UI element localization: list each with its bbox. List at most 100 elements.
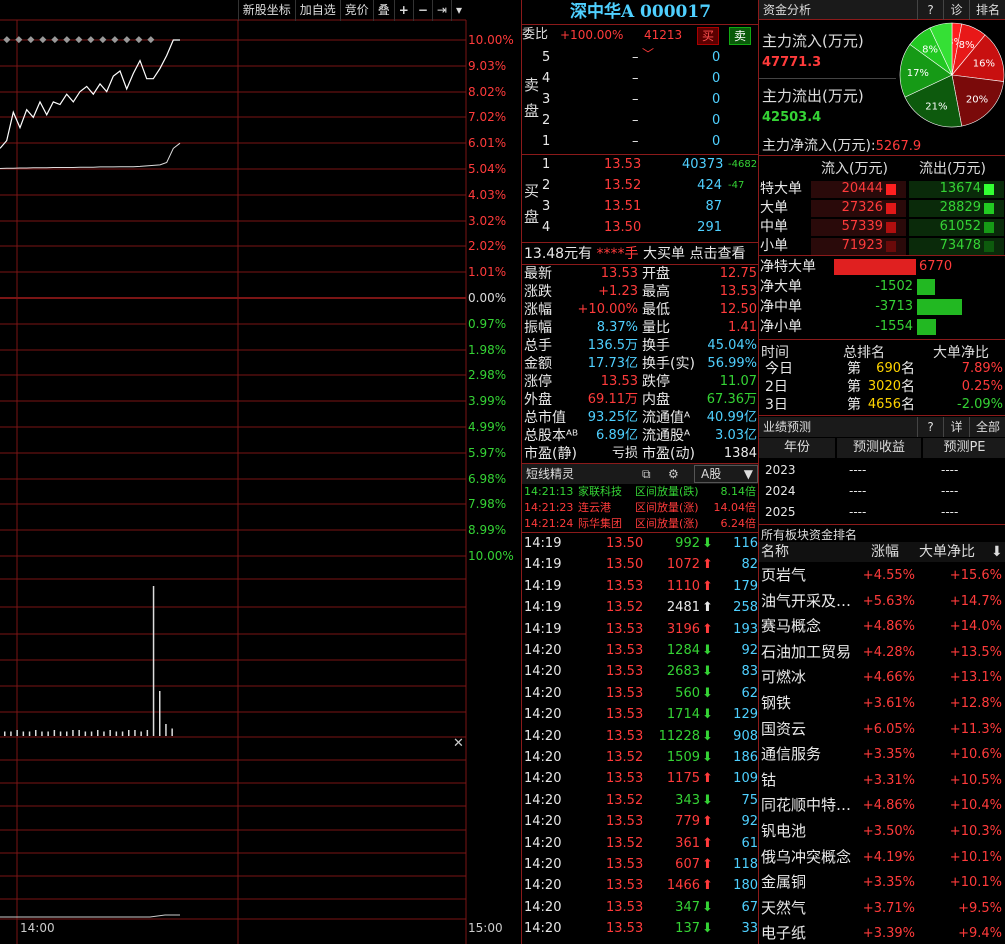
sector-name: 天然气	[761, 898, 807, 917]
sector-row[interactable]: 油气开采及… +5.63% +14.7%	[759, 589, 1005, 615]
tick-volume: 779	[675, 814, 700, 830]
tick-price: 13.53	[606, 728, 644, 744]
buy-level-row[interactable]: 1 13.53 40373 -4682	[522, 156, 759, 174]
auction-button[interactable]: 竞价	[339, 0, 373, 21]
rank-ratio: -2.09%	[957, 397, 1003, 412]
arrow-up-icon: ⬆	[702, 557, 713, 573]
sell-level-row[interactable]: 2 – 0	[522, 112, 759, 130]
big-order-banner[interactable]: 13.48元有 ****手 大买单 点击查看	[524, 245, 745, 263]
sort-desc-icon[interactable]: ⬇	[991, 542, 1003, 562]
quote-value: 56.99%	[707, 356, 757, 371]
sector-row[interactable]: 天然气 +3.71% +9.5%	[759, 896, 1005, 922]
quote-label: 内盘	[642, 392, 670, 408]
pie-slice-label: 21%	[925, 102, 947, 113]
plus-icon[interactable]: +	[393, 0, 413, 21]
shortline-title: 短线精灵	[526, 467, 575, 481]
buy-level-row[interactable]: 2 13.52 424 -47	[522, 177, 759, 195]
arrow-down-icon: ⬇	[702, 707, 713, 723]
quote-label: 涨停	[524, 374, 552, 390]
pct-label-up: 2.02%	[468, 239, 507, 254]
sector-name: 国资云	[761, 719, 807, 738]
forecast-header: 业绩预测 ? 详 全部	[759, 417, 1005, 437]
buy-volume-change: -47	[728, 180, 745, 191]
dropdown-icon[interactable]: ▾	[450, 0, 466, 21]
intraday-chart[interactable]: 新股坐标 加自选 竞价 叠 + − ⇥ ▾ 10.00% 9.03% 8.02% 7.…	[0, 0, 520, 944]
volume-bar	[66, 731, 68, 736]
sector-ratio: +9.4%	[958, 926, 1002, 942]
tick-time: 14:20	[524, 857, 562, 872]
sell-level-row[interactable]: 1 – 0	[522, 133, 759, 151]
sector-row[interactable]: 俄乌冲突概念 +4.19% +10.1%	[759, 845, 1005, 871]
new-stock-coord-button[interactable]: 新股坐标	[237, 0, 295, 21]
sector-change: +3.71%	[862, 900, 915, 916]
buy-level-row[interactable]: 3 13.51 87	[522, 198, 759, 216]
rank-ratio: 0.25%	[961, 379, 1003, 394]
sector-row[interactable]: 国资云 +6.05% +11.3%	[759, 717, 1005, 743]
tick-time: 14:19	[524, 557, 562, 573]
tick-row: 14:20 13.53 1284 ⬇ 92	[522, 640, 759, 661]
sell-volume: 0	[712, 113, 721, 128]
quote-label: 总股本ᴬᴮ	[524, 428, 579, 444]
volume-bar	[4, 731, 6, 736]
limit-marker	[87, 36, 95, 44]
next-icon[interactable]: ⇥	[431, 0, 451, 21]
market-select[interactable]: A股 ▼	[694, 465, 758, 483]
sector-row[interactable]: 石油加工贸易 +4.28% +13.5%	[759, 640, 1005, 666]
shortline-event: 区间放量(涨)	[635, 501, 699, 514]
sector-row[interactable]: 电子纸 +3.39% +9.4%	[759, 921, 1005, 944]
pct-label-down: 6.98%	[468, 471, 507, 486]
sector-row[interactable]: 钢铁 +3.61% +12.8%	[759, 691, 1005, 717]
overlay-button[interactable]: 叠	[372, 0, 394, 21]
shortline-item[interactable]: 14:21:13 家联科技 区间放量(跌) 8.14倍	[522, 484, 759, 500]
close-icon[interactable]: ✕	[453, 736, 464, 751]
quote-value: +10.00%	[577, 302, 638, 317]
limit-marker	[51, 36, 59, 44]
buy-level-row[interactable]: 4 13.50 291	[522, 219, 759, 237]
sector-ratio: +10.4%	[949, 798, 1002, 814]
sector-row[interactable]: 钒电池 +3.50% +10.3%	[759, 819, 1005, 845]
quote-value: 13.53	[719, 284, 757, 299]
add-watchlist-button[interactable]: 加自选	[294, 0, 340, 21]
forecast-detail-button[interactable]: 详	[943, 417, 969, 437]
rank-button[interactable]: 排名	[969, 0, 1005, 20]
popout-icon[interactable]: ⧉	[642, 464, 651, 484]
quote-row: 振幅 8.37% 量比 1.41	[522, 319, 759, 337]
sell-level-row[interactable]: 5 – 0	[522, 49, 759, 67]
sell-volume: 0	[712, 92, 721, 107]
forecast-help-button[interactable]: ?	[917, 417, 943, 437]
sector-change: +4.55%	[862, 568, 915, 583]
sell-level-row[interactable]: 4 – 0	[522, 70, 759, 88]
quote-value: 12.50	[719, 302, 757, 317]
diagnose-button[interactable]: 诊	[943, 0, 969, 20]
shortline-item[interactable]: 14:21:23 连云港 区间放量(涨) 14.04倍	[522, 500, 759, 516]
forecast-all-button[interactable]: 全部	[969, 417, 1005, 437]
sell-button[interactable]: 卖	[729, 27, 752, 45]
sell-level-row[interactable]: 3 – 0	[522, 91, 759, 109]
sector-ratio: +10.3%	[949, 824, 1002, 839]
sector-row[interactable]: 赛马概念 +4.86% +14.0%	[759, 614, 1005, 640]
shortline-event: 区间放量(跌)	[635, 485, 699, 498]
rank-prefix: 第	[847, 361, 861, 377]
sector-row[interactable]: 金属铜 +3.35% +10.1%	[759, 870, 1005, 896]
indicator-line	[0, 914, 180, 918]
limit-marker	[99, 36, 107, 44]
sector-change: +4.86%	[862, 798, 915, 814]
sector-row[interactable]: 钴 +3.31% +10.5%	[759, 768, 1005, 794]
minus-icon[interactable]: −	[412, 0, 432, 21]
shortline-item[interactable]: 14:21:24 际华集团 区间放量(涨) 6.24倍	[522, 516, 759, 532]
main-inflow-value: 47771.3	[762, 55, 822, 70]
rank-prefix: 第	[847, 379, 861, 395]
sector-table-header: 名称 涨幅 大单净比 ⬇	[759, 542, 1005, 562]
help-button[interactable]: ?	[917, 0, 943, 20]
buy-button[interactable]: 买	[697, 27, 720, 45]
tick-price: 13.53	[606, 664, 644, 680]
sector-row[interactable]: 通信服务 +3.35% +10.6%	[759, 742, 1005, 768]
volume-bar	[41, 731, 43, 736]
sector-row[interactable]: 同花顺中特… +4.86% +10.4%	[759, 793, 1005, 819]
gear-icon[interactable]: ⚙	[668, 464, 679, 484]
tick-row: 14:20 13.53 347 ⬇ 67	[522, 897, 759, 918]
sector-row[interactable]: 可燃冰 +4.66% +13.1%	[759, 665, 1005, 691]
quote-value: 1.41	[728, 320, 757, 335]
sector-row[interactable]: 页岩气 +4.55% +15.6%	[759, 563, 1005, 589]
flow-row: 大单 27326 28829	[759, 199, 1005, 217]
